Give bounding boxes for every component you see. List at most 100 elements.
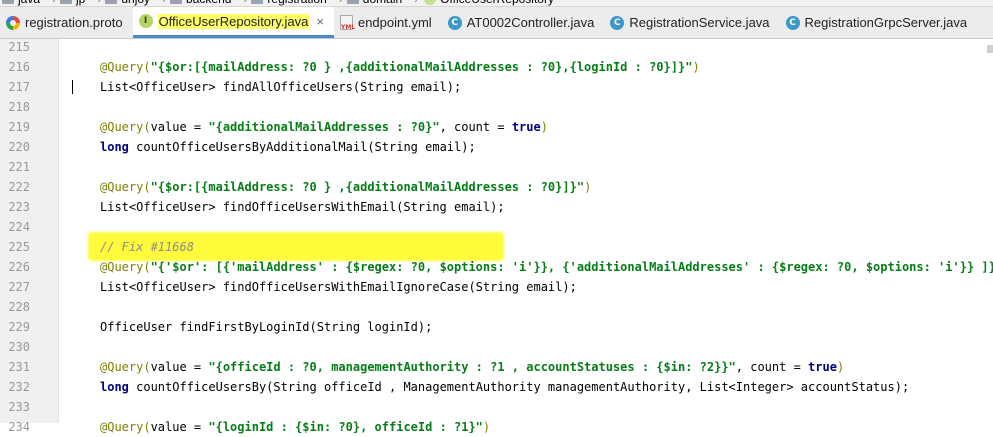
chevron-right-icon: › — [339, 0, 343, 6]
breadcrumb-label: unjoy — [121, 0, 150, 6]
tab-label: registration.proto — [25, 15, 123, 30]
code-line[interactable]: 227 List<OfficeUser> findOfficeUsersWithE… — [0, 277, 993, 297]
code-text: long countOfficeUsersBy(String officeId … — [100, 377, 909, 397]
code-line[interactable]: 228 — [0, 297, 993, 317]
code-token: value = — [150, 120, 209, 134]
code-line[interactable]: 233 — [0, 397, 993, 417]
tab-label: OfficeUserRepository.java — [157, 13, 310, 29]
breadcrumb: java › jp › unjoy › backend › registration › domai… — [0, 0, 993, 7]
code-token: @Query( — [100, 60, 151, 74]
code-token: true — [511, 120, 541, 134]
code-line[interactable]: 226 @Query("{'$or': [{'mailAddress' : {$r… — [0, 257, 993, 277]
code-line[interactable]: 219 @Query(value = "{additionalMailAddres… — [0, 117, 993, 137]
line-number: 227 — [8, 280, 30, 294]
tab-registrationgrpcserver-java[interactable]: C RegistrationGrpcServer.java — [780, 7, 978, 38]
tab-label: RegistrationService.java — [629, 15, 770, 30]
code-line[interactable]: 232 long countOfficeUsersBy(String office… — [0, 377, 993, 397]
code-line[interactable]: 230 — [0, 337, 993, 357]
chevron-right-icon: › — [97, 0, 101, 6]
code-line[interactable]: 216 @Query("{$or:[{mailAddress: ?0 } ,{ad… — [0, 57, 993, 77]
line-number: 218 — [8, 100, 30, 114]
code-token: "{$or:[{mailAddress: ?0 } ,{additionalMa… — [150, 60, 693, 74]
code-text: @Query(value = "{officeId : ?0, manageme… — [100, 357, 844, 377]
breadcrumb-item[interactable]: › backend — [156, 0, 231, 6]
code-line[interactable]: 224 — [0, 217, 993, 237]
code-token: true — [808, 360, 837, 374]
code-line[interactable]: 223 List<OfficeUser> findOfficeUsersWithE… — [0, 197, 993, 217]
interface-icon: I — [138, 14, 153, 28]
chevron-right-icon: › — [162, 0, 166, 6]
breadcrumb-item[interactable]: › jp — [46, 0, 85, 6]
code-text: long countOfficeUsersByAdditionalMail(St… — [100, 137, 476, 157]
tab-officeuserrepository-java[interactable]: I OfficeUserRepository.java × — [132, 7, 334, 38]
code-token: , count = — [735, 360, 809, 374]
code-text: List<OfficeUser> findOfficeUsersWithEmai… — [100, 277, 577, 297]
tab-registration-proto[interactable]: registration.proto — [0, 7, 133, 38]
code-line[interactable]: 218 — [0, 97, 993, 117]
code-line[interactable]: 217 List<OfficeUser> findAllOfficeUsers(S… — [0, 77, 993, 97]
breadcrumb-item[interactable]: › domain — [333, 0, 402, 6]
line-number: 225 — [8, 240, 30, 254]
code-token: value = — [150, 360, 209, 374]
code-text: @Query("{'$or': [{'mailAddress' : {$rege… — [100, 257, 993, 277]
code-token: long — [100, 380, 129, 394]
code-token: List<OfficeUser> findOfficeUsersWithEmai… — [100, 280, 577, 294]
code-token: List<OfficeUser> findOfficeUsersWithEmai… — [100, 200, 505, 214]
tab-label: AT0002Controller.java — [466, 15, 595, 30]
code-token: OfficeUser findFirstByLoginId(String log… — [100, 320, 433, 334]
code-token: value = — [150, 420, 209, 434]
line-number: 230 — [8, 340, 30, 354]
code-token: "{'$or': [{'mailAddress' : {$regex: ?0, … — [150, 260, 993, 274]
chevron-right-icon: › — [414, 0, 418, 6]
tab-registrationservice-java[interactable]: C RegistrationService.java — [604, 7, 779, 38]
breadcrumb-item[interactable]: › unjoy — [91, 0, 150, 6]
line-number: 229 — [8, 320, 30, 334]
tab-endpoint-yml[interactable]: YML endpoint.yml — [334, 7, 442, 38]
code-token: "{additionalMailAddresses : ?0}" — [208, 120, 440, 134]
chevron-right-icon: › — [52, 0, 56, 6]
class-icon: C — [785, 15, 800, 30]
code-line[interactable]: 215 — [0, 37, 993, 57]
line-number: 232 — [8, 380, 30, 394]
close-tab-icon[interactable]: × — [316, 14, 324, 29]
tab-at0002controller-java[interactable]: C AT0002Controller.java — [442, 7, 605, 38]
code-text: OfficeUser findFirstByLoginId(String log… — [100, 317, 432, 337]
line-number: 234 — [8, 420, 30, 434]
code-text: @Query(value = "{loginId : {$in: ?0}, of… — [100, 417, 490, 437]
breadcrumb-label: OfficeUserRepository — [440, 0, 554, 6]
line-number: 222 — [8, 180, 30, 194]
code-line[interactable]: 234 @Query(value = "{loginId : {$in: ?0},… — [0, 417, 993, 437]
code-text: List<OfficeUser> findOfficeUsersWithEmai… — [100, 197, 505, 217]
code-text: @Query("{$or:[{mailAddress: ?0 } ,{addit… — [100, 177, 591, 197]
code-text: // Fix #11668 — [100, 237, 194, 257]
folder-icon — [170, 0, 183, 4]
line-number: 215 — [8, 40, 30, 54]
code-editor[interactable]: 215 216 @Query("{$or:[{mailAddress: ?0 } ,… — [0, 37, 993, 434]
code-token: countOfficeUsersBy(String officeId , Man… — [128, 380, 910, 394]
code-token: ) — [692, 60, 700, 74]
breadcrumb-item[interactable]: › OfficeUserRepository — [408, 0, 554, 6]
code-token: @Query( — [100, 420, 151, 434]
code-token: @Query( — [100, 260, 151, 274]
tab-label: endpoint.yml — [357, 15, 432, 30]
code-line[interactable]: 221 — [0, 157, 993, 177]
code-token: ) — [540, 120, 548, 134]
breadcrumb-label: domain — [363, 0, 402, 6]
code-token: ) — [836, 360, 845, 374]
line-number: 217 — [8, 80, 30, 94]
code-line[interactable]: 220 long countOfficeUsersByAdditionalMail… — [0, 137, 993, 157]
line-number: 233 — [8, 400, 30, 414]
folder-icon — [60, 0, 73, 4]
code-token: "{officeId : ?0, managementAuthority : ?… — [208, 360, 736, 374]
code-line[interactable]: 231 @Query(value = "{officeId : ?0, manag… — [0, 357, 993, 377]
code-line[interactable]: 222 @Query("{$or:[{mailAddress: ?0 } ,{ad… — [0, 177, 993, 197]
code-token: // Fix #11668 — [100, 240, 194, 254]
breadcrumb-item[interactable]: java — [0, 0, 40, 6]
chevron-right-icon: › — [243, 0, 247, 6]
code-line[interactable]: 225 // Fix #11668 — [0, 237, 993, 257]
code-token: "{$or:[{mailAddress: ?0 } ,{additionalMa… — [150, 180, 585, 194]
breadcrumb-item[interactable]: › registration — [237, 0, 327, 6]
code-line[interactable]: 229 OfficeUser findFirstByLoginId(String … — [0, 317, 993, 337]
code-token: ) — [584, 180, 592, 194]
breadcrumb-label: jp — [76, 0, 85, 6]
